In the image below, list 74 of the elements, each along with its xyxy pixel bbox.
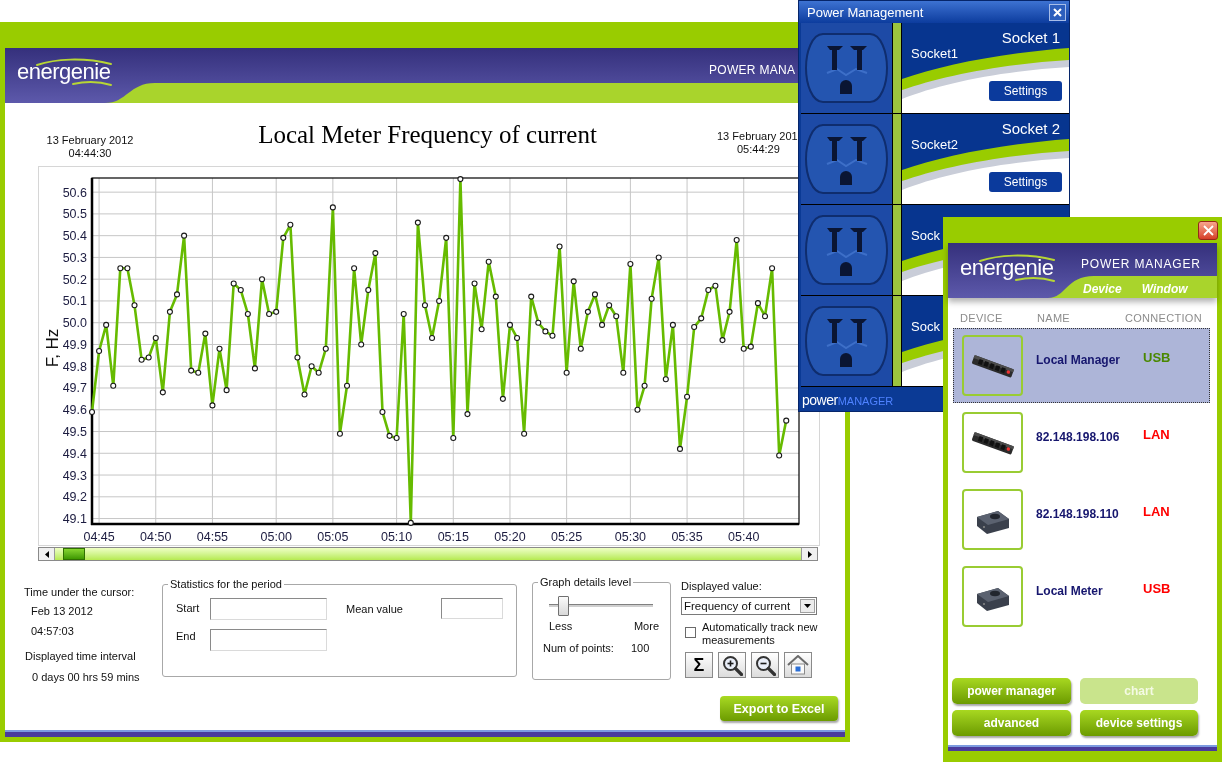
brand-logo: energenie [960, 253, 1056, 283]
y-tick-label: 49.3 [62, 468, 87, 483]
checkbox-label: Automatically track new measurements [702, 621, 819, 647]
x-tick-label: 04:55 [196, 530, 229, 544]
y-tick-label: 50.4 [62, 229, 87, 244]
y-tick-label: 49.5 [62, 425, 87, 439]
socket-title: Socket 2 [1001, 120, 1060, 138]
connection-type: USB [1143, 350, 1171, 365]
group-title: Graph details level [539, 576, 633, 589]
x-tick-label: 05:10 [381, 530, 413, 544]
y-axis-title: F, Hz [43, 328, 62, 368]
device-name: 82.148.198.110 [1036, 507, 1120, 521]
x-tick-label: 05:30 [614, 530, 647, 544]
cursor-time: 04:57:03 [31, 625, 74, 638]
socket-name: Sock [911, 229, 940, 243]
x-tick-label: 05:15 [437, 530, 469, 544]
connection-type: LAN [1143, 427, 1170, 442]
points-label: Num of points: [543, 642, 615, 655]
group-title: Statistics for the period [169, 578, 283, 591]
x-tick-label: 05:25 [551, 530, 583, 544]
y-tick-label: 50.0 [62, 316, 87, 331]
y-tick-label: 49.4 [62, 446, 87, 461]
start-time: 04:44:30 [68, 147, 112, 160]
slider-max-label: More [633, 620, 659, 633]
column-header: CONNECTION [1125, 311, 1202, 325]
y-tick-label: 49.2 [62, 490, 87, 505]
y-tick-label: 49.8 [62, 359, 87, 374]
app-title: POWER MANAGER [1081, 257, 1201, 271]
connection-type: USB [1143, 581, 1171, 596]
y-tick-label: 50.1 [62, 294, 87, 309]
end-time: 05:44:29 [737, 143, 780, 156]
interval-value: 0 days 00 hrs 59 mins [32, 671, 140, 684]
y-tick-label: 49.1 [62, 512, 87, 527]
x-tick-label: 04:45 [83, 530, 115, 544]
window-title: Power Management [807, 4, 924, 20]
x-tick-label: 05:35 [671, 530, 703, 544]
y-tick-label: 50.3 [62, 250, 87, 265]
x-tick-label: 05:05 [317, 530, 349, 544]
socket-name: Sock [911, 320, 940, 334]
socket-name: Socket1 [911, 47, 958, 61]
end-date: 13 February 201 [717, 130, 798, 143]
column-header: NAME [1037, 311, 1071, 325]
logo-text: MANAGER [837, 395, 894, 407]
field-label: Mean value [346, 603, 404, 616]
connection-type: LAN [1143, 504, 1170, 519]
device-name: 82.148.198.106 [1036, 430, 1121, 444]
device-name: Local Manager [1036, 353, 1122, 367]
field-label: Start [176, 602, 201, 615]
brand-logo: energenie [17, 57, 113, 87]
y-tick-label: 50.6 [62, 185, 87, 200]
logo-text: power [802, 392, 838, 408]
y-tick-label: 50.2 [62, 272, 87, 287]
field-label: End [176, 630, 197, 643]
start-date: 13 February 2012 [46, 134, 134, 147]
cursor-time-label: Time under the cursor: [24, 586, 135, 599]
points-value: 100 [631, 642, 651, 655]
app-title: POWER MANA [709, 63, 797, 79]
y-tick-label: 49.7 [62, 381, 87, 396]
y-tick-label: 49.6 [62, 403, 87, 418]
slider-min-label: Less [549, 620, 573, 633]
x-tick-label: 05:20 [494, 530, 526, 544]
displayed-value-label: Displayed value: [681, 580, 762, 593]
cursor-date: Feb 13 2012 [31, 605, 93, 618]
x-tick-label: 05:00 [260, 530, 292, 544]
column-header: DEVICE [960, 311, 1004, 325]
device-name: Local Meter [1036, 584, 1104, 598]
socket-name: Socket2 [911, 138, 958, 152]
chart-title: Local Meter Frequency of current [258, 120, 597, 150]
y-tick-label: 49.9 [62, 337, 87, 352]
y-tick-label: 50.5 [62, 207, 87, 222]
x-tick-label: 05:40 [728, 530, 760, 544]
socket-title: Socket 1 [1001, 29, 1060, 47]
interval-label: Displayed time interval [25, 650, 136, 663]
x-tick-label: 04:50 [140, 530, 172, 544]
